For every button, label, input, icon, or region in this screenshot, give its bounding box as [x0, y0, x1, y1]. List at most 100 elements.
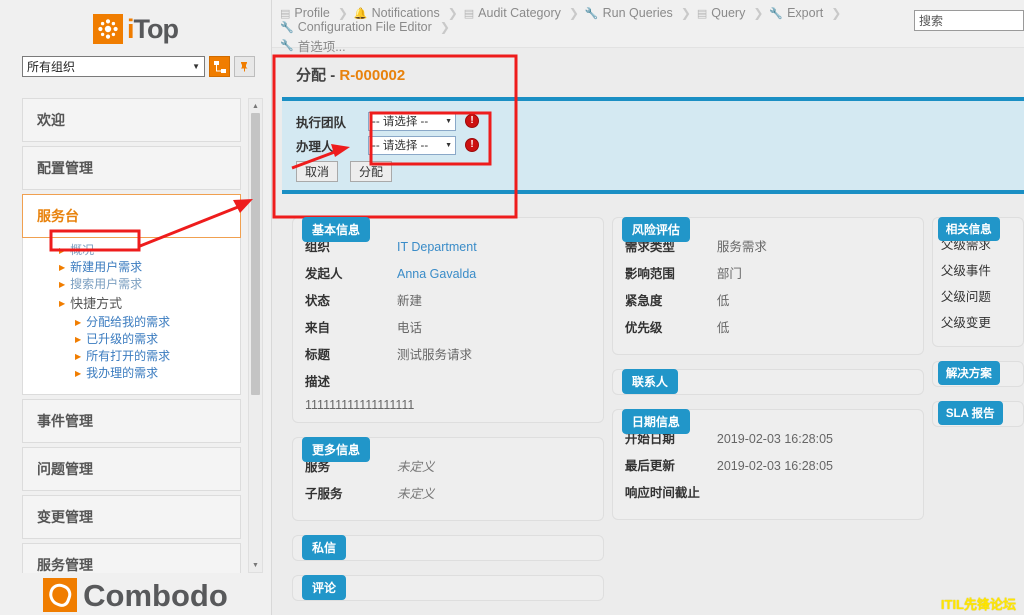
field-row: 来自 电话 — [305, 317, 591, 336]
breadcrumb-label: Notifications — [371, 6, 440, 20]
breadcrumb-separator-icon: ❯ — [568, 6, 579, 20]
field-label: 优先级 — [624, 321, 663, 335]
sidebar-scrollbar[interactable]: ▲ ▼ — [248, 98, 263, 573]
panel-risk-assessment: 风险评估 需求类型 服务需求 影响范围 部门 紧急度 低 优先级 低 — [611, 217, 924, 355]
breadcrumb-item-audit-category[interactable]: ▤ Audit Category — [464, 6, 561, 20]
itop-logo[interactable]: iiTopTop — [0, 0, 271, 52]
submenu-group-shortcuts[interactable]: ▶ 快捷方式 — [23, 293, 240, 314]
list-icon: ▤ — [280, 7, 291, 20]
description-text: 111111111111111111 — [305, 398, 415, 412]
submenu-item-overview[interactable]: ▶ 概况 — [23, 242, 240, 259]
sidebar-item-problem[interactable]: 问题管理 — [22, 447, 241, 491]
assign-form-buttons: 取消 分配 — [296, 161, 1024, 182]
field-row: 描述 — [305, 371, 591, 390]
breadcrumb-item-config-file-editor[interactable]: 🔧 Configuration File Editor — [280, 20, 432, 34]
field-row: 标题 测试服务请求 — [305, 344, 591, 363]
bullet-icon: ▶ — [59, 263, 66, 272]
sidebar-item-welcome[interactable]: 欢迎 — [22, 98, 241, 142]
assign-team-select[interactable]: -- 请选择 -- ▼ — [368, 111, 456, 131]
panel-content: 组织 IT Department 发起人 Anna Gavalda 状态 新建 — [292, 217, 604, 423]
field-value: 服务需求 — [716, 240, 767, 254]
submenu-item-all-open[interactable]: ▶ 所有打开的需求 — [23, 348, 240, 365]
panel-title: 更多信息 — [302, 437, 371, 462]
field-label: 最后更新 — [624, 459, 675, 473]
breadcrumb-item-export[interactable]: 🔧 Export — [769, 6, 823, 20]
organization-filter-row: 所有组织 ▼ — [0, 56, 271, 77]
panel-title: 风险评估 — [621, 217, 690, 242]
sidebar-item-configuration[interactable]: 配置管理 — [22, 146, 241, 190]
page-title-separator: - — [330, 67, 336, 84]
chevron-down-icon: ▼ — [192, 62, 200, 71]
breadcrumb-item-notifications[interactable]: 🔔 Notifications — [354, 6, 440, 20]
sidebar-item-change[interactable]: 变更管理 — [22, 495, 241, 539]
field-value: 测试服务请求 — [397, 348, 473, 362]
list-icon: ▤ — [463, 7, 475, 20]
scroll-down-icon[interactable]: ▼ — [249, 558, 262, 572]
field-value: 部门 — [716, 267, 742, 281]
field-row: 子服务 未定义 — [305, 483, 591, 502]
field-value[interactable]: IT Department — [397, 240, 477, 254]
sidebar-item-label: 欢迎 — [37, 112, 65, 128]
scroll-up-icon[interactable]: ▲ — [249, 99, 262, 113]
field-row: 影响范围 部门 — [625, 263, 911, 282]
sidebar-item-service[interactable]: 服务管理 — [22, 543, 241, 573]
field-label: 响应时间截止 — [624, 486, 700, 500]
field-value: 低 — [716, 321, 730, 335]
breadcrumb-item-run-queries[interactable]: 🔧 Run Queries — [585, 6, 673, 20]
field-row: 父级问题 — [941, 286, 1015, 305]
breadcrumb-label: Profile — [294, 6, 330, 20]
panel-title: 评论 — [302, 575, 347, 600]
breadcrumb-item-profile[interactable]: ▤ Profile — [280, 6, 330, 20]
submenu-item-assigned-to-me[interactable]: ▶ 分配给我的需求 — [23, 314, 240, 331]
panel-dates: 日期信息 开始日期 2019-02-03 16:28:05 最后更新 2019-… — [611, 409, 924, 520]
panel-private-log: 私信 — [292, 535, 604, 561]
scrollbar-thumb[interactable] — [251, 113, 260, 395]
field-label: 状态 — [305, 294, 331, 308]
error-icon: ! — [465, 138, 479, 152]
organization-select[interactable]: 所有组织 ▼ — [22, 56, 205, 77]
cancel-button[interactable]: 取消 — [296, 161, 339, 182]
assign-agent-select[interactable]: -- 请选择 -- ▼ — [368, 135, 456, 155]
field-value: 新建 — [397, 294, 423, 308]
bullet-icon: ▶ — [75, 335, 82, 344]
panel-title: 基本信息 — [302, 217, 371, 242]
field-label: 描述 — [305, 375, 331, 389]
bullet-icon: ▶ — [59, 280, 66, 289]
submenu-item-handled-by-me[interactable]: ▶ 我办理的需求 — [23, 365, 240, 382]
field-label: 影响范围 — [624, 267, 675, 281]
field-row: 最后更新 2019-02-03 16:28:05 — [625, 455, 911, 474]
pin-icon[interactable] — [234, 56, 255, 77]
chevron-down-icon: ▼ — [445, 117, 452, 125]
field-value: 2019-02-03 16:28:05 — [716, 432, 833, 446]
breadcrumb-label: Query — [711, 6, 746, 20]
column-left: 基本信息 组织 IT Department 发起人 Anna Gavalda 状… — [292, 206, 604, 615]
bullet-icon: ▶ — [75, 369, 82, 378]
breadcrumb-label: Configuration File Editor — [297, 20, 432, 34]
sidebar-item-servicedesk[interactable]: 服务台 — [22, 194, 241, 238]
panel-title: 相关信息 — [937, 217, 1000, 241]
hierarchy-icon[interactable] — [209, 56, 230, 77]
bullet-icon: ▶ — [59, 299, 66, 308]
field-value[interactable]: Anna Gavalda — [397, 267, 476, 281]
field-value: 未定义 — [397, 487, 435, 501]
submenu-item-escalated[interactable]: ▶ 已升级的需求 — [23, 331, 240, 348]
breadcrumb-item-query[interactable]: ▤ Query — [697, 6, 745, 20]
breadcrumb-label: Run Queries — [602, 6, 673, 20]
panel-title: 解决方案 — [937, 361, 1000, 385]
itop-logo-mark — [93, 14, 123, 44]
wrench-icon: 🔧 — [584, 7, 599, 20]
submenu-item-label: 分配给我的需求 — [86, 315, 171, 329]
field-row: 优先级 低 — [625, 317, 911, 336]
submenu-item-new-user-request[interactable]: ▶ 新建用户需求 — [23, 259, 240, 276]
field-value: 低 — [716, 294, 730, 308]
submenu-item-search-user-request[interactable]: ▶ 搜索用户需求 — [23, 276, 240, 293]
chevron-down-icon: ▼ — [445, 141, 452, 149]
search-input[interactable]: 搜索 — [914, 10, 1024, 31]
sidebar-menu: 欢迎 配置管理 服务台 ▶ 概况 ▶ 新建用户需求 ▶ 搜索用户需求 ▶ 快捷方… — [22, 98, 241, 573]
panel-sla-report: SLA 报告 — [931, 401, 1024, 427]
wrench-icon: 🔧 — [280, 21, 294, 34]
field-row: 发起人 Anna Gavalda — [305, 263, 591, 282]
field-row: 紧急度 低 — [625, 290, 911, 309]
sidebar-item-incident[interactable]: 事件管理 — [22, 399, 241, 443]
assign-button[interactable]: 分配 — [350, 161, 393, 182]
